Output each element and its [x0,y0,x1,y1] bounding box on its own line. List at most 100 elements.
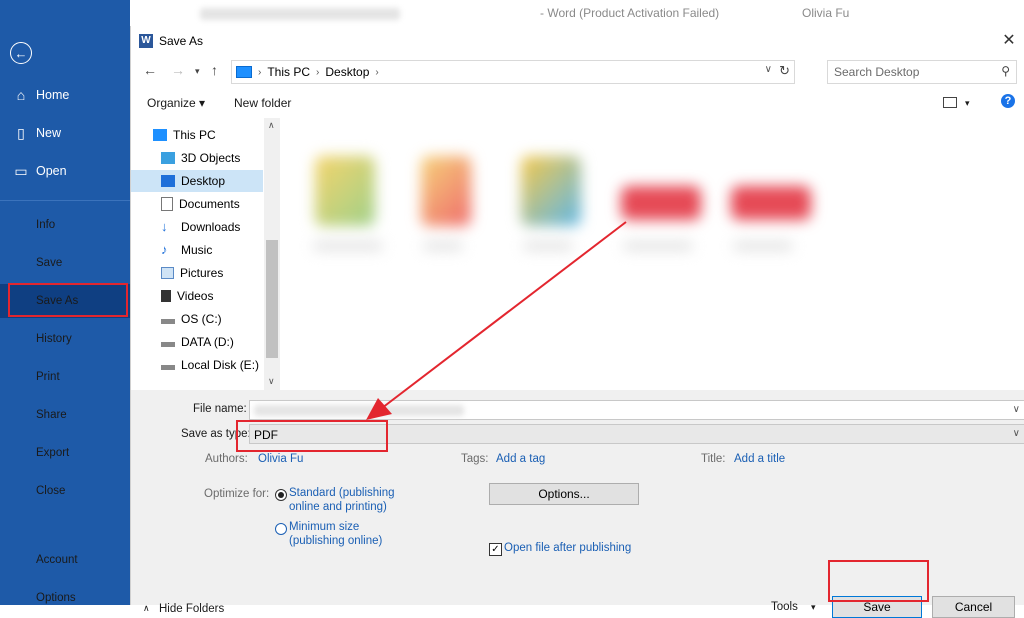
scrollbar-thumb[interactable] [266,240,278,358]
nav-music[interactable]: ♪ Music [131,239,263,261]
forward-icon[interactable]: → [171,62,185,78]
nav-pictures[interactable]: Pictures [131,262,263,284]
recent-dropdown-icon[interactable]: ▾ [195,66,200,77]
nav-this-pc-label: This PC [173,128,216,142]
blurred-file-2[interactable] [421,156,471,226]
add-tag-link[interactable]: Add a tag [496,453,545,465]
nav-data-d[interactable]: DATA (D:) [131,331,263,353]
backstage-options[interactable]: Options [0,581,130,615]
word-app-icon: W [139,34,153,48]
backstage-account-label: Account [36,554,78,566]
new-folder-button[interactable]: New folder [234,96,291,110]
tags-label: Tags: [461,453,489,465]
backstage-close-label: Close [36,485,66,497]
nav-videos-label: Videos [177,289,214,303]
address-bar-row: ← → ▾ ↑ › This PC › Desktop › ∨ ↻ Search… [131,58,1024,86]
optimize-standard-radio[interactable] [275,489,287,501]
optimize-standard-label-2[interactable]: online and printing) [289,501,387,513]
backstage-print[interactable]: Print [0,360,130,394]
folder-open-icon: ▭ [14,162,28,179]
cancel-button[interactable]: Cancel [932,596,1015,618]
nav-documents[interactable]: Documents [131,193,263,215]
authors-value[interactable]: Olivia Fu [258,453,303,465]
view-options-icon[interactable] [943,97,957,108]
blurred-file-label [523,242,573,250]
backstage-export[interactable]: Export [0,436,130,470]
search-input[interactable]: Search Desktop ⚲ [827,60,1017,84]
word-window-title: - Word (Product Activation Failed) [540,6,720,20]
backstage-info-label: Info [36,219,56,231]
up-icon[interactable]: ↑ [211,62,218,78]
backstage-history: History [0,322,130,356]
help-icon[interactable]: ? [1001,94,1015,108]
backstage-export-label: Export [36,447,70,459]
search-placeholder: Search Desktop [834,65,920,79]
backstage-save-label: Save [36,257,63,269]
blurred-file-1[interactable] [315,156,375,226]
blurred-file-5[interactable] [731,186,811,220]
close-icon[interactable]: ✕ [999,30,1019,50]
nav-downloads-label: Downloads [181,220,241,234]
nav-desktop[interactable]: Desktop [131,170,263,192]
breadcrumb-this-pc[interactable]: This PC [267,65,310,79]
download-arrow-icon: ↓ [161,219,168,234]
optimize-minimum-label-1[interactable]: Minimum size [289,521,359,533]
nav-data-d-label: DATA (D:) [181,335,234,349]
backstage-share-label: Share [36,409,67,421]
nav-videos[interactable]: Videos [131,285,263,307]
file-name-label: File name: [193,403,247,415]
back-arrow-icon[interactable]: ← [10,42,32,64]
blurred-file-label [423,242,463,250]
view-dropdown-icon[interactable]: ▾ [965,98,970,109]
nav-os-c[interactable]: OS (C:) [131,308,263,330]
backstage-account[interactable]: Account [0,543,130,577]
drive-icon [161,319,175,324]
nav-local-disk-e[interactable]: Local Disk (E:) [131,354,263,376]
drive-icon [161,365,175,370]
optimize-minimum-radio[interactable] [275,523,287,535]
tools-button[interactable]: Tools [771,601,798,613]
nav-local-disk-e-label: Local Disk (E:) [181,358,260,372]
backstage-info[interactable]: Info [0,208,130,242]
optimize-standard-label-1[interactable]: Standard (publishing [289,487,395,499]
word-user-name: Olivia Fu [802,6,850,20]
title-label: Title: [701,453,726,465]
nav-scrollbar[interactable]: ∧ ∨ [264,118,280,390]
nav-3d-objects[interactable]: 3D Objects [131,147,263,169]
backstage-divider [0,200,130,201]
open-after-publishing-label[interactable]: Open file after publishing [504,542,631,554]
optimize-minimum-label-2[interactable]: (publishing online) [289,535,382,547]
search-icon: ⚲ [1001,64,1010,78]
back-icon[interactable]: ← [143,62,157,78]
nav-music-label: Music [181,243,213,257]
backstage-home[interactable]: ⌂ Home [0,78,130,112]
nav-this-pc[interactable]: This PC [131,124,263,146]
organize-button[interactable]: Organize ▾ [147,96,205,110]
refresh-icon[interactable]: ↻ [779,63,790,79]
backstage-new[interactable]: ▯ New [0,116,130,150]
nav-downloads[interactable]: ↓ Downloads [131,216,263,238]
backstage-share[interactable]: Share [0,398,130,432]
tools-dropdown-icon[interactable]: ▾ [811,602,816,613]
blurred-file-3[interactable] [521,156,581,226]
scroll-up-icon[interactable]: ∧ [268,120,275,131]
chevron-down-icon[interactable]: ∨ [1013,428,1020,439]
file-name-input[interactable]: ∨ [249,400,1024,420]
blurred-file-name [254,405,464,416]
nav-documents-label: Documents [179,197,240,211]
backstage-save[interactable]: Save [0,246,130,280]
backstage-close[interactable]: Close [0,474,130,508]
breadcrumb-desktop[interactable]: Desktop [325,65,369,79]
options-button[interactable]: Options... [489,483,639,505]
chevron-down-icon[interactable]: ∨ [1013,404,1020,415]
open-after-publishing-checkbox[interactable]: ✓ [489,543,502,556]
backstage-open-label: Open [36,164,67,178]
scroll-down-icon[interactable]: ∨ [268,376,275,387]
add-title-link[interactable]: Add a title [734,453,785,465]
blurred-file-4[interactable] [621,186,701,220]
backstage-open[interactable]: ▭ Open [0,154,130,188]
file-list-area[interactable] [283,118,1024,388]
pictures-icon [161,267,174,279]
chevron-down-icon[interactable]: ∨ [765,64,772,75]
address-bar[interactable]: › This PC › Desktop › ∨ ↻ [231,60,795,84]
